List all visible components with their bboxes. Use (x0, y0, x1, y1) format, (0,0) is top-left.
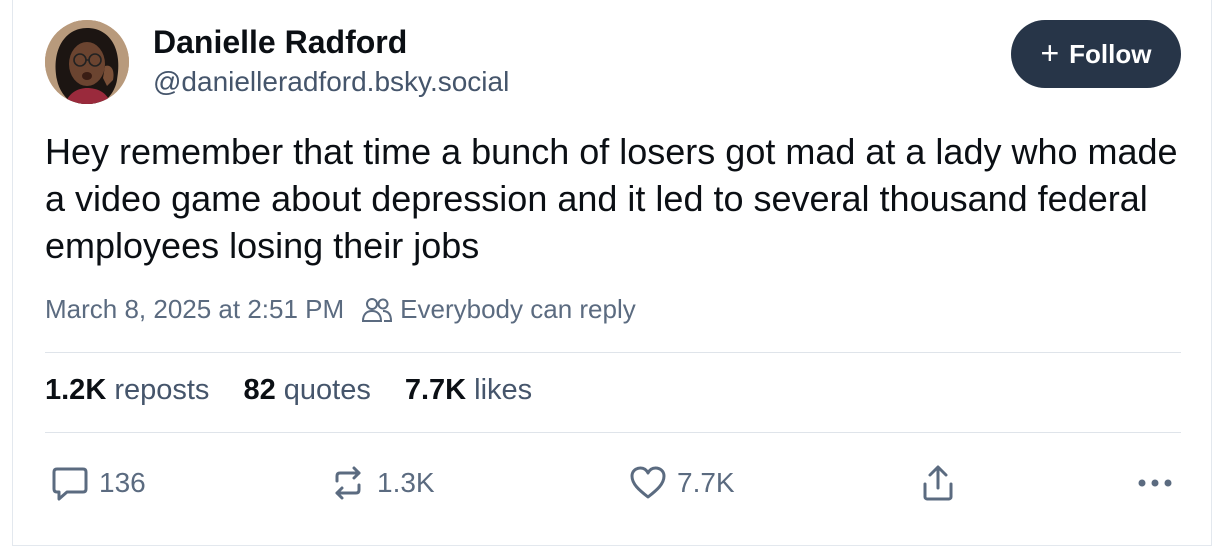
quotes-label: quotes (283, 374, 371, 406)
divider (45, 352, 1181, 353)
heart-icon (630, 466, 666, 499)
reply-setting-label: Everybody can reply (400, 294, 636, 324)
action-bar: 136 1.3K 7.7K (45, 460, 1185, 506)
like-count: 7.7K (677, 467, 735, 498)
follow-button[interactable]: + Follow (1011, 20, 1181, 88)
repost-icon (335, 466, 361, 500)
post-card: Danielle Radford @danielleradford.bsky.s… (12, 0, 1212, 546)
quotes-stat[interactable]: 82 quotes (243, 374, 370, 407)
avatar[interactable] (45, 20, 129, 104)
engagement-stats: 1.2K reposts 82 quotes 7.7K likes (45, 374, 532, 407)
like-button[interactable]: 7.7K (629, 460, 735, 506)
reposts-label: reposts (114, 374, 210, 406)
follow-button-label: Follow (1069, 38, 1152, 69)
more-options-button[interactable] (1137, 460, 1173, 506)
author-handle[interactable]: @danielleradford.bsky.social (153, 66, 509, 98)
reply-count: 136 (99, 467, 146, 498)
quotes-count: 82 (243, 374, 276, 406)
reposts-count: 1.2K (45, 374, 107, 406)
likes-stat[interactable]: 7.7K likes (405, 374, 532, 407)
reposts-stat[interactable]: 1.2K reposts (45, 374, 209, 407)
ellipsis-icon (1138, 479, 1172, 487)
share-icon (923, 465, 953, 501)
repost-count: 1.3K (377, 467, 435, 498)
avatar-image (45, 20, 129, 104)
likes-label: likes (474, 374, 533, 406)
plus-icon: + (1040, 34, 1060, 71)
reply-button[interactable]: 136 (51, 460, 146, 506)
likes-count: 7.7K (404, 374, 467, 406)
repost-button[interactable]: 1.3K (329, 460, 435, 506)
reply-icon (52, 467, 88, 501)
share-button[interactable] (919, 460, 957, 506)
people-icon (362, 297, 393, 322)
post-text: Hey remember that time a bunch of losers… (45, 131, 1178, 266)
reply-setting: Everybody can reply (362, 294, 636, 325)
author-name[interactable]: Danielle Radford (153, 24, 407, 61)
post-timestamp[interactable]: March 8, 2025 at 2:51 PM (45, 294, 344, 325)
divider (45, 432, 1181, 433)
post-meta: March 8, 2025 at 2:51 PM Everybody can r… (45, 294, 636, 325)
